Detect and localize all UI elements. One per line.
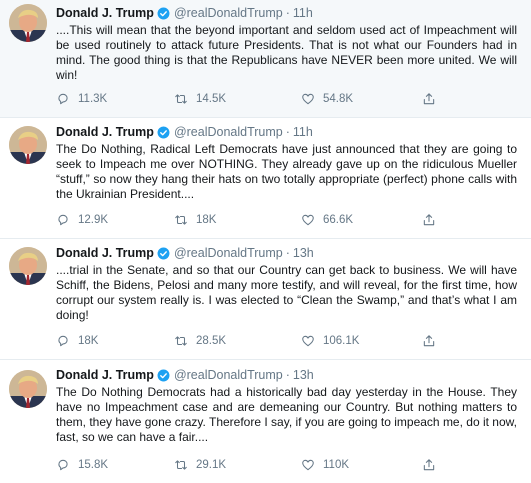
like-count: 66.6K bbox=[323, 214, 354, 226]
author-handle[interactable]: @realDonaldTrump bbox=[174, 246, 283, 260]
avatar[interactable] bbox=[9, 247, 47, 285]
timeline: Donald J. Trump @realDonaldTrump · 11h .… bbox=[0, 0, 531, 483]
verified-badge-icon bbox=[157, 369, 170, 382]
retweet-icon bbox=[175, 336, 187, 346]
avatar[interactable] bbox=[9, 4, 47, 42]
retweet-button[interactable]: 29.1K bbox=[174, 458, 226, 472]
like-count: 54.8K bbox=[323, 93, 354, 105]
heart-icon bbox=[302, 459, 314, 471]
share-icon bbox=[423, 214, 435, 226]
reply-count: 18K bbox=[78, 335, 99, 347]
tweet-2[interactable]: Donald J. Trump @realDonaldTrump · 11h T… bbox=[0, 118, 531, 239]
retweet-count: 29.1K bbox=[196, 459, 227, 471]
separator-dot: · bbox=[285, 368, 290, 382]
reply-icon bbox=[58, 459, 68, 471]
like-count: 106.1K bbox=[323, 335, 360, 347]
retweet-button[interactable]: 18K bbox=[174, 213, 216, 227]
reply-button[interactable]: 15.8K bbox=[56, 458, 108, 472]
tweet-actions: 18K 28.5K 106.1K bbox=[56, 333, 456, 349]
like-button[interactable]: 54.8K bbox=[301, 92, 353, 106]
verified-badge-icon bbox=[157, 247, 170, 260]
retweet-icon bbox=[175, 215, 187, 225]
avatar-image bbox=[9, 4, 47, 42]
separator-dot: · bbox=[285, 246, 290, 260]
share-icon bbox=[423, 93, 435, 105]
reply-button[interactable]: 18K bbox=[56, 334, 98, 348]
avatar[interactable] bbox=[9, 370, 47, 408]
retweet-icon bbox=[175, 94, 187, 104]
like-count: 110K bbox=[323, 459, 350, 471]
avatar-image bbox=[9, 247, 47, 285]
reply-button[interactable]: 11.3K bbox=[56, 92, 107, 106]
tweet-header: Donald J. Trump @realDonaldTrump · 13h bbox=[56, 244, 517, 262]
separator-dot: · bbox=[285, 6, 290, 20]
tweet-header: Donald J. Trump @realDonaldTrump · 13h bbox=[56, 366, 517, 384]
tweet-text: The Do Nothing, Radical Left Democrats h… bbox=[56, 142, 517, 201]
share-button[interactable] bbox=[422, 213, 436, 227]
share-button[interactable] bbox=[422, 92, 436, 106]
heart-icon bbox=[302, 335, 314, 347]
like-button[interactable]: 110K bbox=[301, 458, 349, 472]
tweet-text: ....This will mean that the beyond impor… bbox=[56, 23, 517, 82]
reply-count: 15.8K bbox=[78, 459, 109, 471]
tweet-actions: 15.8K 29.1K 110K bbox=[56, 457, 456, 473]
author-name[interactable]: Donald J. Trump bbox=[56, 125, 154, 139]
reply-icon bbox=[58, 335, 68, 347]
reply-count: 12.9K bbox=[78, 214, 109, 226]
reply-count: 11.3K bbox=[78, 93, 108, 105]
separator-dot: · bbox=[285, 125, 290, 139]
author-handle[interactable]: @realDonaldTrump bbox=[174, 6, 283, 20]
retweet-count: 28.5K bbox=[196, 335, 227, 347]
reply-button[interactable]: 12.9K bbox=[56, 213, 108, 227]
tweet-actions: 11.3K 14.5K 54.8K bbox=[56, 91, 456, 107]
tweet-3[interactable]: Donald J. Trump @realDonaldTrump · 13h .… bbox=[0, 239, 531, 360]
share-button[interactable] bbox=[422, 458, 436, 472]
retweet-count: 14.5K bbox=[196, 93, 227, 105]
retweet-button[interactable]: 14.5K bbox=[174, 92, 226, 106]
tweet-header: Donald J. Trump @realDonaldTrump · 11h bbox=[56, 4, 517, 22]
timestamp[interactable]: 13h bbox=[293, 368, 314, 382]
avatar[interactable] bbox=[9, 126, 47, 164]
tweet-1[interactable]: Donald J. Trump @realDonaldTrump · 11h .… bbox=[0, 0, 531, 118]
author-handle[interactable]: @realDonaldTrump bbox=[174, 125, 283, 139]
share-icon bbox=[423, 459, 435, 471]
timestamp[interactable]: 13h bbox=[293, 246, 314, 260]
retweet-count: 18K bbox=[196, 214, 217, 226]
verified-badge-icon bbox=[157, 7, 170, 20]
tweet-text: The Do Nothing Democrats had a historica… bbox=[56, 385, 517, 444]
author-name[interactable]: Donald J. Trump bbox=[56, 368, 154, 382]
share-button[interactable] bbox=[422, 334, 436, 348]
reply-icon bbox=[58, 214, 68, 226]
retweet-button[interactable]: 28.5K bbox=[174, 334, 226, 348]
tweet-header: Donald J. Trump @realDonaldTrump · 11h bbox=[56, 123, 517, 141]
timestamp[interactable]: 11h bbox=[293, 125, 313, 139]
author-name[interactable]: Donald J. Trump bbox=[56, 246, 154, 260]
avatar-image bbox=[9, 126, 47, 164]
share-icon bbox=[423, 335, 435, 347]
heart-icon bbox=[302, 214, 314, 226]
tweet-text: ....trial in the Senate, and so that our… bbox=[56, 263, 517, 322]
author-handle[interactable]: @realDonaldTrump bbox=[174, 368, 283, 382]
tweet-actions: 12.9K 18K 66.6K bbox=[56, 212, 456, 228]
heart-icon bbox=[302, 93, 314, 105]
avatar-image bbox=[9, 370, 47, 408]
tweet-4[interactable]: Donald J. Trump @realDonaldTrump · 13h T… bbox=[0, 360, 531, 483]
retweet-icon bbox=[175, 460, 187, 470]
timestamp[interactable]: 11h bbox=[293, 6, 313, 20]
verified-badge-icon bbox=[157, 126, 170, 139]
like-button[interactable]: 66.6K bbox=[301, 213, 353, 227]
reply-icon bbox=[58, 93, 68, 105]
author-name[interactable]: Donald J. Trump bbox=[56, 6, 154, 20]
like-button[interactable]: 106.1K bbox=[301, 334, 359, 348]
